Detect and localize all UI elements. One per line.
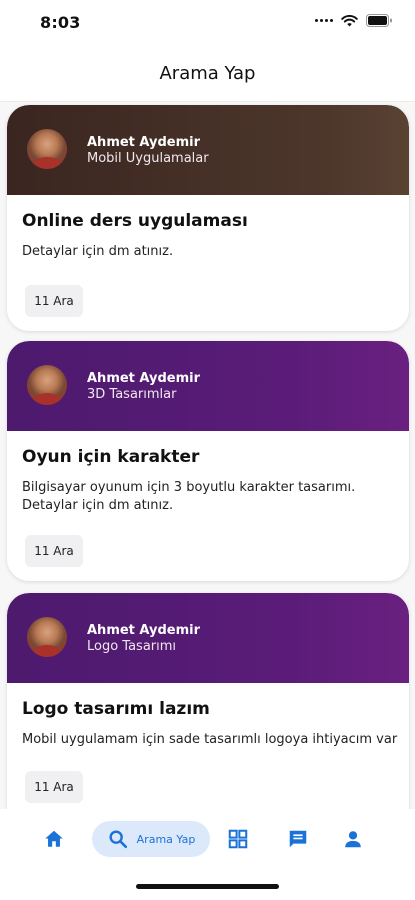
post-card-header: Ahmet Aydemir 3D Tasarımlar	[7, 341, 409, 431]
post-title: Oyun için karakter	[22, 447, 200, 467]
chat-icon	[289, 830, 307, 848]
battery-icon	[366, 14, 392, 27]
home-icon	[45, 830, 63, 847]
post-category: Mobil Uygulamalar	[87, 151, 209, 166]
nav-profile[interactable]	[335, 821, 371, 857]
date-badge: 11 Ara	[25, 771, 83, 803]
author-name: Ahmet Aydemir	[87, 623, 201, 638]
profile-icon	[345, 831, 361, 848]
author-name: Ahmet Aydemir	[87, 371, 201, 386]
page-title: Arama Yap	[159, 63, 256, 84]
app-header: Arama Yap	[0, 46, 415, 102]
nav-messages[interactable]	[280, 821, 316, 857]
author-name: Ahmet Aydemir	[87, 135, 201, 150]
status-icons	[315, 14, 393, 27]
post-description: Mobil uygulamam için sade tasarımlı logo…	[22, 732, 398, 747]
nav-search-label: Arama Yap	[136, 832, 196, 846]
post-description: Bilgisayar oyunum için 3 boyutlu karakte…	[22, 480, 356, 513]
post-title: Logo tasarımı lazım	[22, 699, 210, 719]
post-card-header: Ahmet Aydemir Mobil Uygulamalar	[7, 105, 409, 195]
status-time: 8:03	[40, 13, 81, 32]
avatar[interactable]	[27, 129, 67, 169]
post-card-header: Ahmet Aydemir Logo Tasarımı	[7, 593, 409, 683]
post-category: 3D Tasarımlar	[87, 387, 177, 402]
nav-home[interactable]	[36, 821, 72, 857]
bottom-nav: Arama Yap	[0, 809, 415, 869]
post-title: Online ders uygulaması	[22, 211, 248, 231]
date-badge: 11 Ara	[25, 285, 83, 317]
post-feed[interactable]: Ahmet Aydemir Mobil Uygulamalar Online d…	[0, 103, 415, 809]
avatar[interactable]	[27, 365, 67, 405]
nav-categories[interactable]	[220, 821, 256, 857]
wifi-icon	[341, 14, 358, 26]
post-card[interactable]: Ahmet Aydemir Logo Tasarımı Logo tasarım…	[7, 593, 409, 809]
signal-icon	[315, 19, 333, 22]
avatar[interactable]	[27, 617, 67, 657]
date-badge: 11 Ara	[25, 535, 83, 567]
post-card[interactable]: Ahmet Aydemir Mobil Uygulamalar Online d…	[7, 105, 409, 331]
status-bar: 8:03	[0, 0, 415, 46]
grid-icon	[228, 829, 248, 849]
nav-search[interactable]: Arama Yap	[92, 821, 210, 857]
post-description: Detaylar için dm atınız.	[22, 244, 174, 259]
home-indicator[interactable]	[136, 884, 279, 889]
post-card[interactable]: Ahmet Aydemir 3D Tasarımlar Oyun için ka…	[7, 341, 409, 581]
search-icon	[109, 830, 127, 849]
post-category: Logo Tasarımı	[87, 639, 177, 654]
